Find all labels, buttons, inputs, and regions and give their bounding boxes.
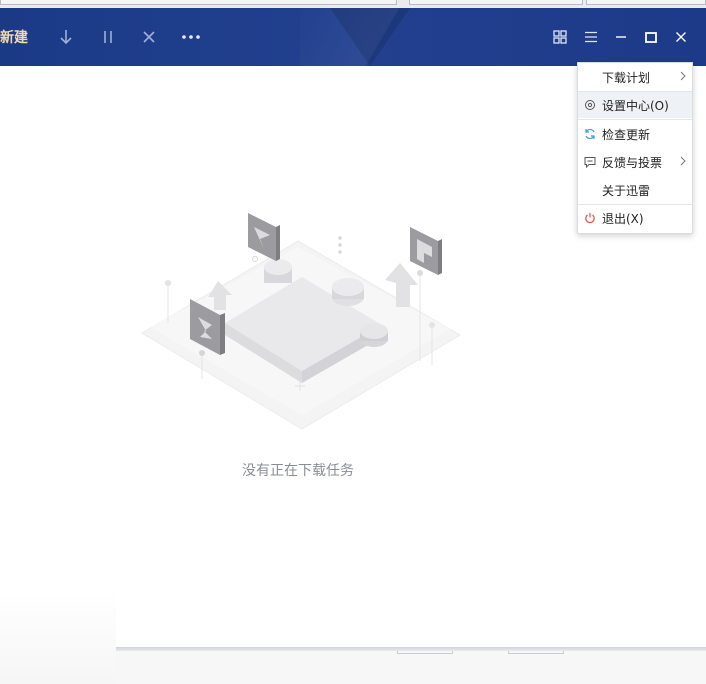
menu-item-exit[interactable]: 退出(X) xyxy=(578,205,692,231)
empty-state-text: 没有正在下载任务 xyxy=(242,463,354,479)
close-icon[interactable] xyxy=(668,24,694,50)
background-tab xyxy=(586,0,706,5)
menu-item-label: 退出(X) xyxy=(602,211,644,226)
menu-item-download-plan[interactable]: 下载计划 xyxy=(578,64,692,90)
menu-item-label: 设置中心(O) xyxy=(602,98,669,113)
new-task-button[interactable]: 新建 xyxy=(0,27,28,47)
chevron-right-icon xyxy=(680,71,686,81)
power-icon xyxy=(584,212,596,224)
toolbar: 新建 xyxy=(0,8,706,66)
delete-icon[interactable] xyxy=(136,24,162,50)
background-tab xyxy=(0,0,397,5)
feedback-icon xyxy=(584,156,596,168)
main-menu-dropdown: 下载计划 设置中心(O) 检查更新 反馈与投票 关于迅雷 退出(X) xyxy=(577,62,693,234)
menu-item-check-update[interactable]: 检查更新 xyxy=(578,121,692,147)
menu-item-settings[interactable]: 设置中心(O) xyxy=(578,92,692,118)
background-window-strip xyxy=(0,0,706,8)
download-icon[interactable] xyxy=(53,24,79,50)
more-icon[interactable] xyxy=(178,24,204,50)
menu-item-about[interactable]: 关于迅雷 xyxy=(578,177,692,203)
pause-icon[interactable] xyxy=(95,24,121,50)
refresh-icon xyxy=(584,128,596,140)
empty-state-illustration xyxy=(141,213,461,430)
menu-icon[interactable] xyxy=(578,24,604,50)
minimize-icon[interactable] xyxy=(608,24,634,50)
menu-item-label: 关于迅雷 xyxy=(602,183,651,198)
chevron-right-icon xyxy=(680,156,686,166)
background-tab xyxy=(409,0,583,5)
menu-item-label: 反馈与投票 xyxy=(602,155,663,170)
gear-icon xyxy=(584,99,596,111)
grid-view-icon[interactable] xyxy=(547,24,573,50)
background-window xyxy=(116,651,706,684)
menu-item-label: 下载计划 xyxy=(602,70,651,85)
menu-item-label: 检查更新 xyxy=(602,127,651,142)
menu-item-feedback[interactable]: 反馈与投票 xyxy=(578,149,692,175)
maximize-icon[interactable] xyxy=(638,24,664,50)
